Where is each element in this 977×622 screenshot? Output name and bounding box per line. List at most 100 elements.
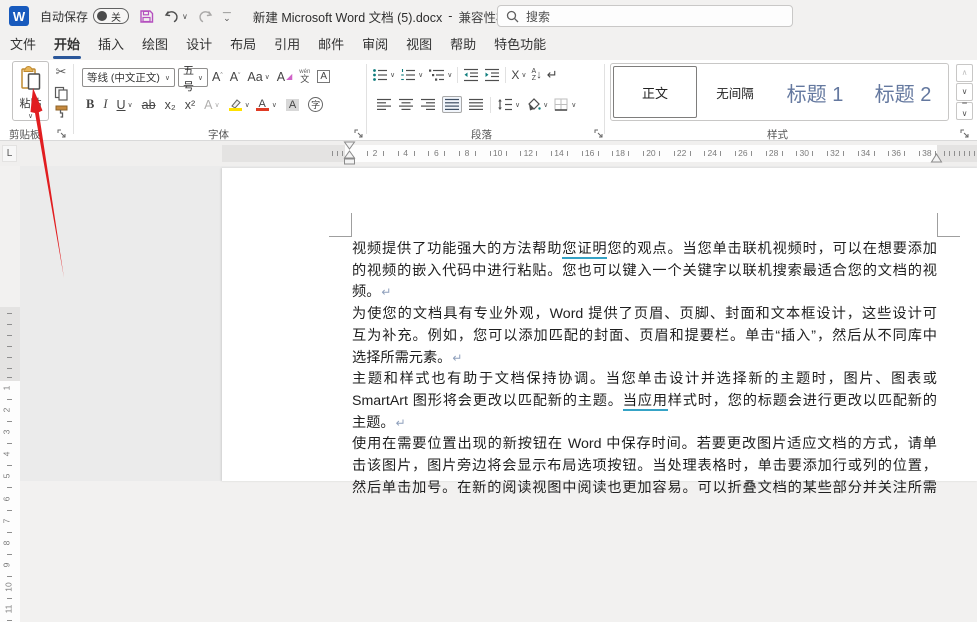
show-marks-button[interactable]: ↵ — [547, 67, 558, 83]
text-segment: 主题和样式也有助于文档保持协调。当您单击设计并选择新的主题时，图片、图表或 — [352, 371, 937, 387]
document-line[interactable]: 主题和样式也有助于文档保持协调。当您单击设计并选择新的主题时，图片、图表或 — [352, 369, 937, 391]
tab-selector[interactable]: L — [2, 145, 17, 162]
numbered-list-button[interactable]: ∨ — [400, 68, 423, 82]
ribbon-tab-设计[interactable]: 设计 — [177, 29, 221, 60]
autosave-toggle[interactable]: 关 — [93, 8, 129, 24]
ribbon-tab-引用[interactable]: 引用 — [265, 29, 309, 60]
ribbon-tab-帮助[interactable]: 帮助 — [441, 29, 485, 60]
document-page[interactable]: 视频提供了功能强大的方法帮助您证明您的观点。当您单击联机视频时，可以在想要添加的… — [222, 168, 977, 481]
shrink-font-button[interactable]: Aˇ — [230, 70, 241, 84]
undo-button[interactable]: ∨ — [164, 9, 188, 23]
paste-dropdown-chevron-icon[interactable]: ∨ — [28, 112, 33, 120]
hruler-tick — [342, 151, 343, 156]
copy-button[interactable] — [51, 86, 71, 101]
line-spacing-button[interactable]: ∨ — [497, 98, 520, 111]
hruler-number: 16 — [585, 148, 594, 158]
clear-formatting-button[interactable]: A◢ — [277, 70, 293, 84]
font-color-chevron-icon[interactable]: ∨ — [272, 101, 277, 109]
multilevel-list-button[interactable]: ∨ — [428, 68, 452, 82]
document-line[interactable]: 视频提供了功能强大的方法帮助您证明您的观点。当您单击联机视频时，可以在想要添加 — [352, 239, 937, 261]
hruler-tick — [919, 151, 920, 156]
strikethrough-button[interactable]: ab — [142, 98, 156, 112]
ribbon-tab-视图[interactable]: 视图 — [397, 29, 441, 60]
paragraph-dialog-launcher-icon[interactable] — [594, 129, 603, 138]
document-line[interactable]: 的视频的嵌入代码中进行粘贴。您也可以键入一个关键字以联机搜索最适合您的文档的视 — [352, 261, 937, 283]
vertical-ruler[interactable]: 1234567891011 — [0, 307, 20, 622]
borders-button[interactable]: ∨ — [554, 98, 576, 111]
superscript-button[interactable]: x² — [185, 98, 195, 112]
shading-button[interactable]: ∨ — [526, 98, 548, 111]
right-indent-marker-icon[interactable] — [930, 153, 943, 163]
text-segment: SmartArt 图形将会更改以匹配新的主题。 — [352, 393, 623, 409]
ribbon-tab-绘图[interactable]: 绘图 — [133, 29, 177, 60]
gallery-scroll-up-icon[interactable]: ∧ — [956, 64, 973, 82]
clipboard-dialog-launcher-icon[interactable] — [57, 129, 66, 138]
grow-font-button[interactable]: Aˆ — [212, 70, 223, 84]
ribbon-tab-布局[interactable]: 布局 — [221, 29, 265, 60]
underline-button[interactable]: U∨ — [117, 98, 133, 112]
document-line[interactable]: 频。↵ — [352, 282, 937, 304]
character-border-button[interactable]: A — [317, 70, 330, 83]
document-line[interactable]: 互为补充。例如，您可以添加匹配的封面、页眉和提要栏。单击“插入”，然后从不同库中 — [352, 326, 937, 348]
asian-layout-button[interactable]: X∨ — [511, 68, 526, 82]
horizontal-ruler[interactable]: 2468101214161820222426283032343638 — [222, 145, 977, 162]
sort-button[interactable]: AZ ↓ — [532, 68, 542, 82]
autosave-control[interactable]: 自动保存 关 — [40, 8, 129, 25]
document-line[interactable]: SmartArt 图形将会更改以匹配新的主题。当应用样式时，您的标题会进行更改以… — [352, 391, 937, 413]
decrease-indent-button[interactable] — [463, 68, 479, 82]
change-case-button[interactable]: Aa∨ — [247, 70, 269, 84]
phonetic-guide-button[interactable]: wén 文 — [299, 69, 310, 84]
ribbon-tab-插入[interactable]: 插入 — [89, 29, 133, 60]
character-shading-button[interactable]: A — [286, 99, 299, 111]
undo-dropdown-chevron-icon[interactable]: ∨ — [182, 12, 188, 21]
redo-button[interactable] — [198, 9, 213, 23]
gallery-more-icon[interactable]: ▔∨ — [956, 102, 973, 120]
document-text[interactable]: 视频提供了功能强大的方法帮助您证明您的观点。当您单击联机视频时，可以在想要添加的… — [352, 239, 937, 499]
enclose-characters-button[interactable]: 字 — [308, 97, 323, 112]
font-dialog-launcher-icon[interactable] — [354, 129, 363, 138]
ribbon-tab-审阅[interactable]: 审阅 — [353, 29, 397, 60]
font-size-select[interactable]: 五号 ∨ — [178, 68, 208, 87]
document-line[interactable]: 选择所需元素。↵ — [352, 348, 937, 370]
increase-indent-button[interactable] — [484, 68, 500, 82]
align-left-button[interactable] — [376, 98, 392, 111]
search-input[interactable]: 搜索 — [497, 5, 793, 27]
format-painter-button[interactable] — [51, 104, 71, 119]
align-center-button[interactable] — [398, 98, 414, 111]
ribbon-tab-特色功能[interactable]: 特色功能 — [485, 29, 555, 60]
document-canvas[interactable]: 视频提供了功能强大的方法帮助您证明您的观点。当您单击联机视频时，可以在想要添加的… — [20, 166, 977, 481]
style-item[interactable]: 标题 2 — [859, 64, 947, 120]
italic-button[interactable]: I — [103, 97, 107, 112]
document-line[interactable]: 击该图片，图片旁边将会显示布局选项按钮。当处理表格时，单击要添加行或列的位置， — [352, 456, 937, 478]
customize-qat-chevron-icon[interactable]: —⌄ — [223, 11, 231, 21]
cut-button[interactable]: ✂ — [51, 65, 71, 80]
highlight-chevron-icon[interactable]: ∨ — [245, 101, 250, 109]
highlight-color-button[interactable] — [229, 99, 242, 111]
distribute-button[interactable] — [468, 98, 484, 111]
style-item[interactable]: 正文 — [613, 66, 697, 118]
vruler-tick — [7, 357, 12, 358]
subscript-button[interactable]: x₂ — [165, 98, 176, 112]
ribbon-tab-邮件[interactable]: 邮件 — [309, 29, 353, 60]
document-line[interactable]: 为使您的文档具有专业外观，Word 提供了页眉、页脚、封面和文本框设计，这些设计… — [352, 304, 937, 326]
document-line[interactable]: 使用在需要位置出现的新按钮在 Word 中保存时间。若要更改图片适应文档的方式，… — [352, 434, 937, 456]
bullet-list-button[interactable]: ∨ — [372, 68, 395, 82]
ribbon-tab-开始[interactable]: 开始 — [45, 29, 89, 60]
indent-markers-icon[interactable] — [343, 141, 356, 167]
hruler-tick — [974, 151, 975, 156]
word-logo-icon[interactable]: W — [9, 6, 29, 26]
ribbon-tab-文件[interactable]: 文件 — [1, 29, 45, 60]
gallery-scroll-down-icon[interactable]: ∨ — [956, 83, 973, 101]
bold-button[interactable]: B — [86, 97, 94, 112]
document-line[interactable]: 主题。↵ — [352, 413, 937, 435]
style-item[interactable]: 标题 1 — [771, 64, 859, 120]
text-effects-button[interactable]: A∨ — [204, 98, 219, 112]
paste-button[interactable]: 粘贴 ∨ — [12, 61, 49, 121]
style-item[interactable]: 无间隔 — [699, 64, 771, 120]
justify-button[interactable] — [442, 96, 462, 113]
save-button[interactable] — [139, 9, 154, 24]
font-color-button[interactable]: A — [256, 99, 269, 111]
align-right-button[interactable] — [420, 98, 436, 111]
styles-dialog-launcher-icon[interactable] — [960, 129, 969, 138]
font-name-select[interactable]: 等线 (中文正文) ∨ — [82, 68, 175, 87]
